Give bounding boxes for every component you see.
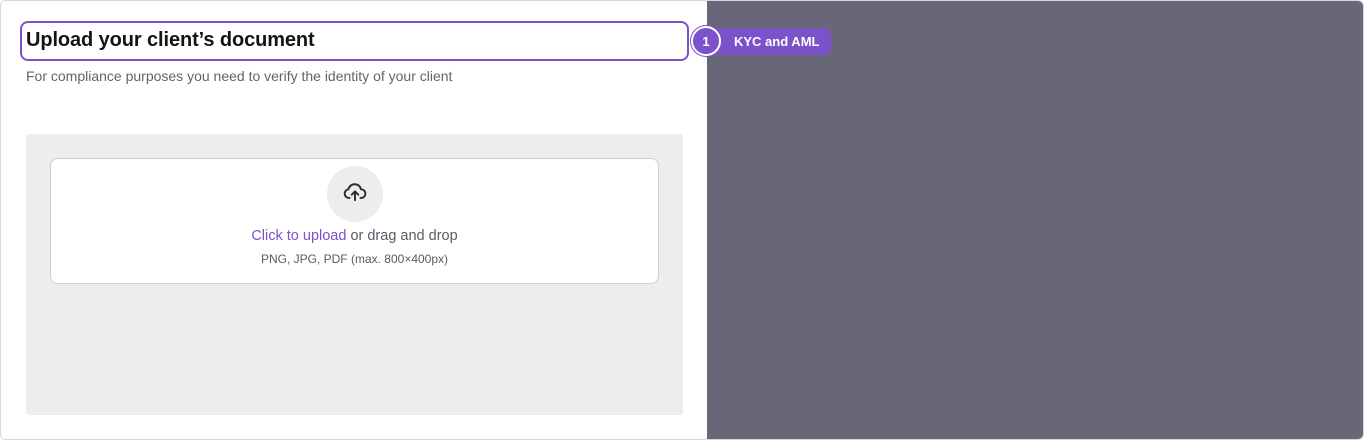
upload-icon-button[interactable] [327,166,383,222]
step-label-badge: KYC and AML [717,28,831,55]
dimmed-overlay [707,1,1363,439]
upload-instructions: Click to upload or drag and drop [50,228,659,244]
drag-and-drop-text: or drag and drop [346,228,458,244]
cloud-upload-icon [342,179,368,210]
page-title: Upload your client’s document [26,29,315,51]
file-type-hint: PNG, JPG, PDF (max. 800×400px) [260,252,449,266]
page-subtitle: For compliance purposes you need to veri… [26,68,453,84]
step-number-badge: 1 [691,26,721,56]
click-to-upload-link[interactable]: Click to upload [251,228,346,244]
document-upload-frame: Upload your client’s document For compli… [0,0,1364,440]
